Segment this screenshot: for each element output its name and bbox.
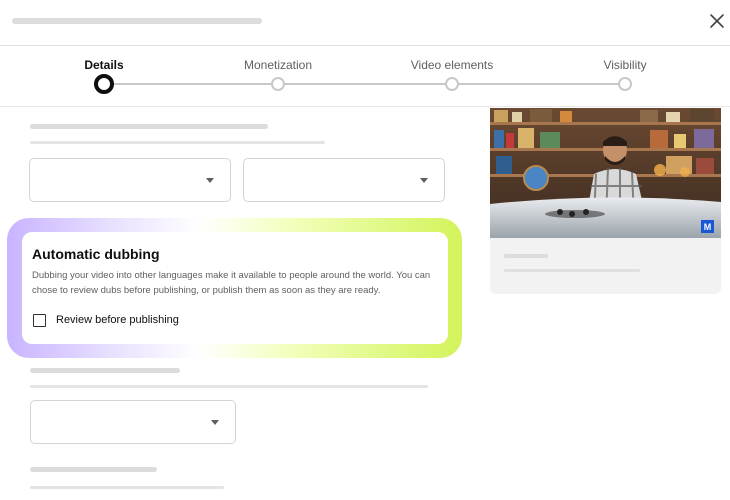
chevron-down-icon	[211, 420, 219, 425]
dubbing-title: Automatic dubbing	[32, 246, 160, 262]
step-details-dot[interactable]	[94, 74, 114, 94]
preview-line-placeholder	[504, 254, 548, 258]
dubbing-description: Dubbing your video into other languages …	[32, 270, 431, 296]
dropdown-bottom[interactable]	[30, 400, 236, 444]
preview-line-placeholder	[504, 269, 640, 272]
dialog-title-placeholder	[12, 18, 262, 24]
step-monetization-dot[interactable]	[271, 77, 285, 91]
step-monetization-label[interactable]: Monetization	[244, 58, 312, 72]
section-subtext-placeholder	[30, 141, 325, 144]
channel-badge: M	[704, 222, 712, 232]
stepper-divider	[0, 106, 730, 107]
step-details-label[interactable]: Details	[84, 58, 123, 72]
automatic-dubbing-card: Automatic dubbing Dubbing your video int…	[22, 232, 448, 344]
review-checkbox[interactable]	[33, 313, 46, 327]
review-before-publishing-option[interactable]: Review before publishing	[33, 312, 179, 328]
close-icon	[710, 14, 724, 28]
section-heading-placeholder	[30, 467, 157, 472]
section-heading-placeholder	[30, 368, 180, 373]
dropdown-right[interactable]	[243, 158, 445, 202]
close-button[interactable]	[704, 8, 730, 34]
step-visibility-dot[interactable]	[618, 77, 632, 91]
review-checkbox-label[interactable]: Review before publishing	[56, 314, 179, 326]
step-video-elements-dot[interactable]	[445, 77, 459, 91]
stepper-track	[104, 83, 625, 85]
chevron-down-icon	[420, 178, 428, 183]
section-subtext-placeholder	[30, 385, 428, 388]
video-thumbnail[interactable]: M	[490, 108, 721, 238]
step-visibility-label[interactable]: Visibility	[603, 58, 646, 72]
step-video-elements-label[interactable]: Video elements	[411, 58, 494, 72]
chevron-down-icon	[206, 178, 214, 183]
section-heading-placeholder	[30, 124, 268, 129]
header-divider	[0, 45, 730, 46]
section-subtext-placeholder	[30, 486, 224, 489]
dropdown-left[interactable]	[29, 158, 231, 202]
video-thumbnail-image: M	[490, 108, 721, 238]
